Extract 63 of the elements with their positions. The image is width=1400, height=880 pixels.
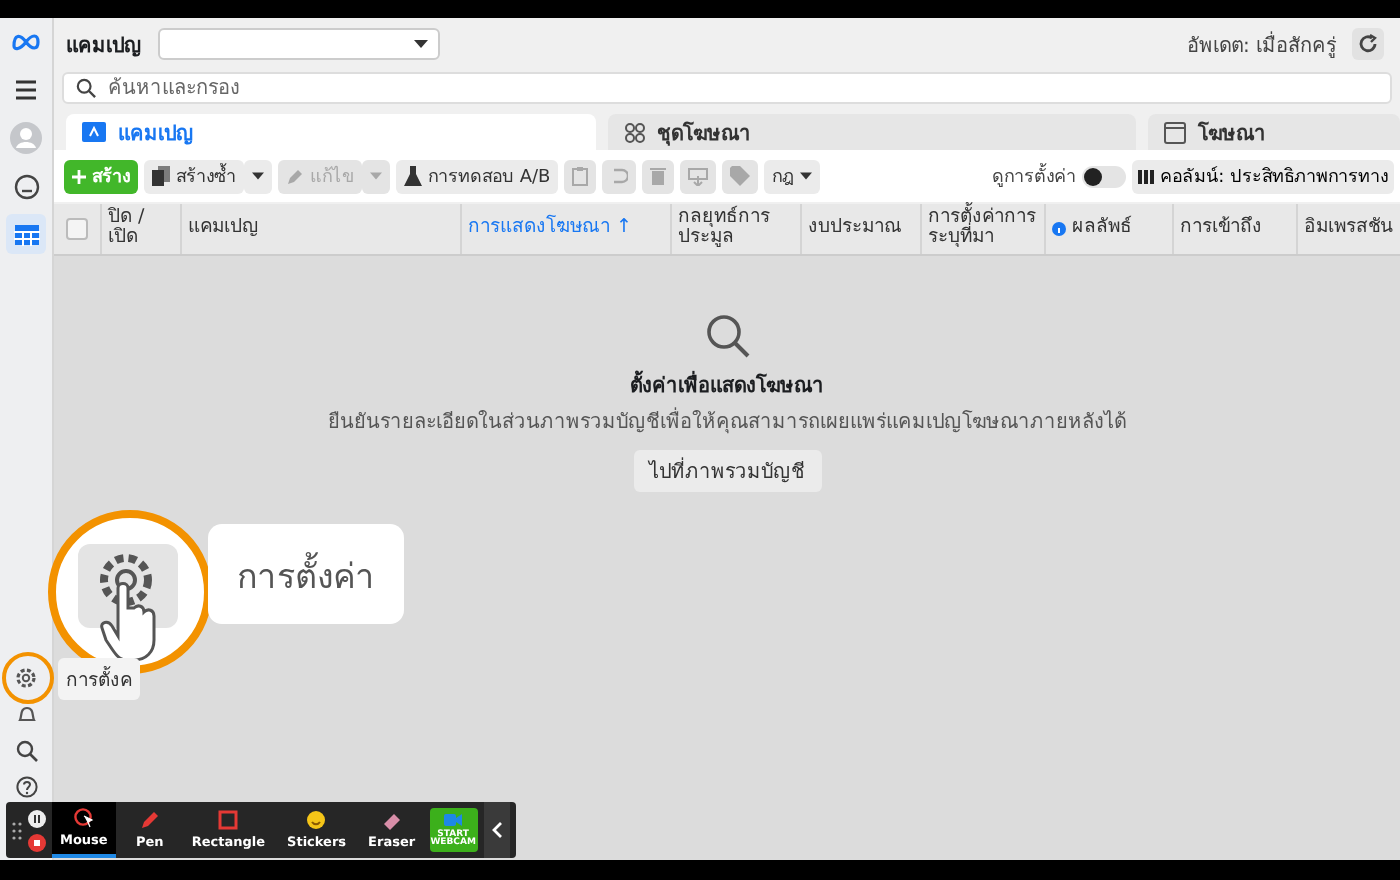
clipboard-icon (572, 166, 589, 186)
columns-button[interactable]: คอลัมน์: ประสิทธิภาพการทาง (1132, 159, 1394, 193)
trash-icon (650, 166, 667, 186)
flask-icon (404, 166, 422, 186)
tab[interactable]: แคมเปญ (66, 114, 595, 150)
camera-icon (444, 811, 463, 827)
rules-button[interactable]: กฎ (764, 159, 821, 193)
caret-icon (370, 172, 382, 180)
column-header[interactable]: ผลลัพธ์ (1046, 204, 1174, 254)
empty-title: ตั้งค่าเพื่อแสดงโฆษณา (630, 369, 824, 400)
window-icon (1164, 121, 1186, 143)
tag-icon (730, 166, 751, 186)
duplicate-button[interactable]: สร้างซ้ำ (144, 159, 244, 193)
folder-icon (82, 122, 106, 142)
cursor-icon (73, 808, 94, 828)
search-icon (76, 78, 96, 98)
page-title: แคมเปญ (66, 33, 142, 59)
pencil-icon (286, 167, 304, 185)
column-header[interactable]: งบประมาณ (802, 204, 922, 254)
pause-button[interactable] (28, 809, 46, 827)
column-header[interactable]: กลยุทธ์การประมูล (672, 204, 802, 254)
column-header[interactable]: การแสดงโฆษณา ↑ (462, 204, 672, 254)
highlight-ring (2, 652, 54, 704)
pen-icon (139, 810, 160, 830)
caret-icon (414, 40, 428, 48)
caret-icon (252, 172, 264, 180)
search-icon (703, 311, 751, 360)
collapse-button[interactable] (483, 802, 510, 858)
caret-icon (800, 172, 813, 180)
monitor-icon (688, 167, 709, 185)
column-header[interactable]: การเข้าถึง (1174, 204, 1298, 254)
account-overview-button[interactable]: ไปที่ภาพรวมบัญชี (633, 449, 821, 492)
chevron-left-icon (491, 822, 502, 838)
rectangle-icon (218, 810, 239, 830)
columns-icon (1138, 169, 1155, 183)
tooltip: การตั้งค (58, 658, 140, 700)
stop-button[interactable] (28, 833, 46, 851)
dropdown-button[interactable] (244, 159, 272, 193)
info-icon (1052, 221, 1066, 236)
tab[interactable]: โฆษณา (1148, 114, 1400, 150)
copy-icon (152, 166, 170, 186)
column-header[interactable]: อิมเพรสชัน (1298, 204, 1400, 254)
tab[interactable]: ชุดโฆษณา (607, 114, 1136, 150)
grip-icon[interactable] (12, 821, 22, 839)
eraser-icon (381, 810, 402, 830)
refresh-icon (1358, 34, 1378, 54)
settings-toggle[interactable] (1082, 165, 1127, 187)
column-header[interactable]: แคมเปญ (182, 204, 462, 254)
refresh-button[interactable] (1352, 28, 1384, 60)
toggle-label: ดูการตั้งค่า (992, 162, 1077, 190)
plus-icon (72, 169, 86, 183)
smiley-icon (306, 810, 327, 830)
undo-icon (610, 168, 629, 184)
column-header[interactable]: การตั้งค่าการระบุที่มา (922, 204, 1046, 254)
empty-message: ยืนยันรายละเอียดในส่วนภาพรวมบัญชีเพื่อให้คุณสามารถเผยแพร่แคมเปญโฆษณาภายหลังได้ (328, 405, 1126, 436)
column-header[interactable]: ปิด / เปิด (102, 204, 182, 254)
callout-label: การตั้งค่า (208, 524, 404, 624)
sidebar-table-icon[interactable] (6, 214, 46, 254)
update-status: อัพเดต: เมื่อสักครู่ (1186, 29, 1336, 59)
abtest-button[interactable]: การทดสอบ A/B (396, 159, 559, 193)
select-all-checkbox[interactable] (66, 217, 88, 240)
search-field[interactable]: ค้นหาและกรอง (62, 72, 1392, 104)
circles-icon (623, 121, 645, 143)
